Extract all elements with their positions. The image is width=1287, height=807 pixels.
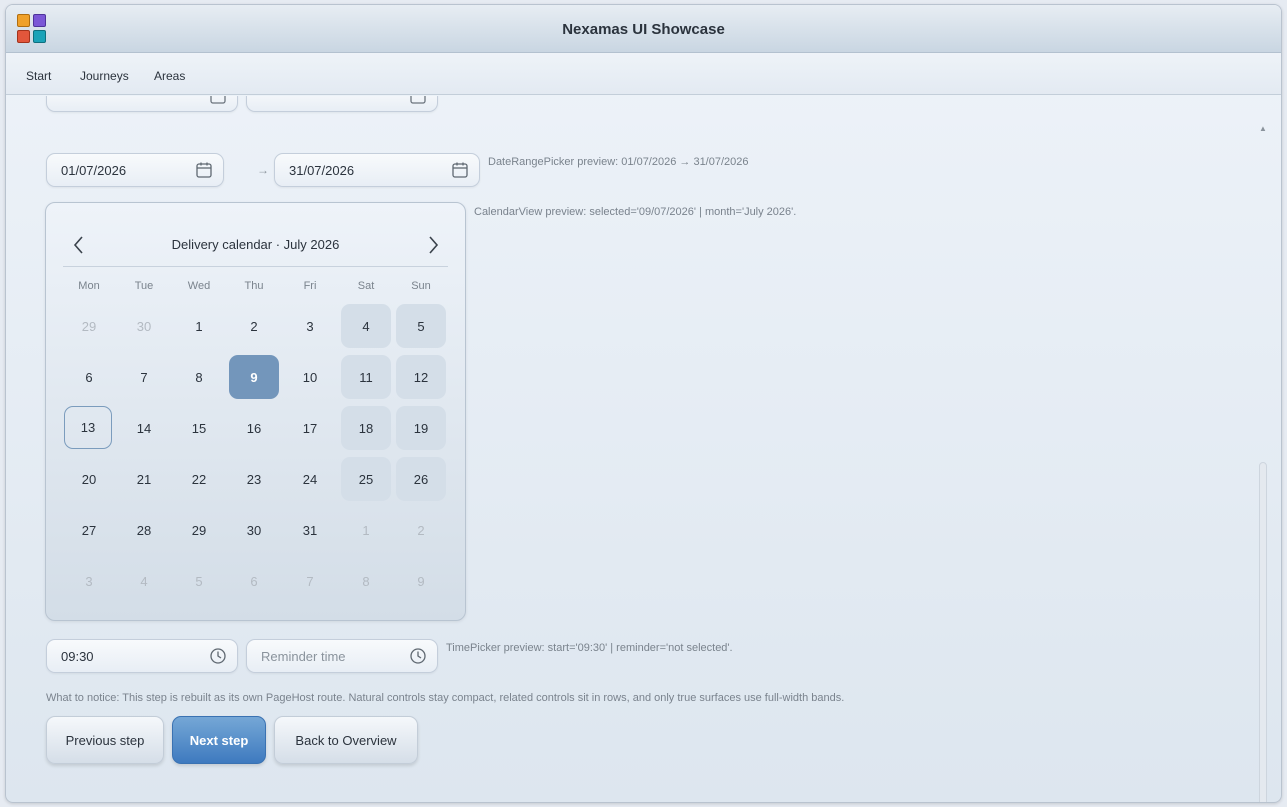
clock-icon[interactable] bbox=[409, 647, 427, 665]
calendar-day-11[interactable]: 11 bbox=[341, 355, 391, 399]
calendar-day-31[interactable]: 31 bbox=[285, 508, 335, 552]
back-to-overview-button[interactable]: Back to Overview bbox=[274, 716, 418, 764]
calendar-day-other-month[interactable]: 4 bbox=[119, 559, 169, 603]
calendar-day-other-month[interactable]: 8 bbox=[341, 559, 391, 603]
calendar-day-22[interactable]: 22 bbox=[174, 457, 224, 501]
calendar-day-other-month[interactable]: 6 bbox=[229, 559, 279, 603]
clock-icon[interactable] bbox=[209, 647, 227, 665]
calendar-day-other-month[interactable]: 29 bbox=[64, 304, 114, 348]
calendar-day-other-month[interactable]: 1 bbox=[341, 508, 391, 552]
calendar-day-10[interactable]: 10 bbox=[285, 355, 335, 399]
start-time-value: 09:30 bbox=[61, 649, 94, 664]
calendar-icon[interactable] bbox=[451, 161, 469, 179]
calendar-day-27[interactable]: 27 bbox=[64, 508, 114, 552]
calendar-day-other-month[interactable]: 5 bbox=[174, 559, 224, 603]
scroll-thumb[interactable] bbox=[1259, 462, 1267, 802]
date-range-end-value: 31/07/2026 bbox=[289, 163, 355, 178]
calendar-icon[interactable] bbox=[195, 161, 213, 179]
window-title: Nexamas UI Showcase bbox=[562, 21, 725, 38]
calendar-day-15[interactable]: 15 bbox=[174, 406, 224, 450]
calendar-day-3[interactable]: 3 bbox=[285, 304, 335, 348]
menu-item-journeys[interactable]: Journeys bbox=[80, 69, 129, 83]
date-range-start-value: 01/07/2026 bbox=[61, 163, 127, 178]
calendar-day-18[interactable]: 18 bbox=[341, 406, 391, 450]
reminder-time-field[interactable]: Reminder time bbox=[246, 639, 438, 673]
calendar-day-24[interactable]: 24 bbox=[285, 457, 335, 501]
next-step-button[interactable]: Next step bbox=[172, 716, 266, 764]
calendar-day-other-month[interactable]: 3 bbox=[64, 559, 114, 603]
menu-bar: Start Journeys Areas bbox=[6, 53, 1281, 95]
calendar-day-7[interactable]: 7 bbox=[119, 355, 169, 399]
calendar-day-19[interactable]: 19 bbox=[396, 406, 446, 450]
app-window: Nexamas UI Showcase Start Journeys Areas… bbox=[5, 4, 1282, 803]
calendar-divider bbox=[63, 266, 448, 267]
calendar-day-13[interactable]: 13 bbox=[64, 406, 112, 449]
weekday-sat: Sat bbox=[357, 280, 375, 292]
title-bar: Nexamas UI Showcase bbox=[6, 5, 1281, 53]
calendar-day-17[interactable]: 17 bbox=[285, 406, 335, 450]
start-time-field[interactable]: 09:30 bbox=[46, 639, 238, 673]
calendar-day-14[interactable]: 14 bbox=[119, 406, 169, 450]
weekday-mon: Mon bbox=[78, 280, 100, 292]
calendar-day-other-month[interactable]: 30 bbox=[119, 304, 169, 348]
calendar-preview: CalendarView preview: selected='09/07/20… bbox=[474, 206, 797, 218]
calendar-day-21[interactable]: 21 bbox=[119, 457, 169, 501]
calendar-day-26[interactable]: 26 bbox=[396, 457, 446, 501]
calendar-day-other-month[interactable]: 9 bbox=[396, 559, 446, 603]
chevron-right-icon[interactable] bbox=[422, 233, 444, 257]
calendar-title: Delivery calendar · July 2026 bbox=[171, 237, 340, 252]
calendar-day-28[interactable]: 28 bbox=[119, 508, 169, 552]
date-field-cut-2[interactable] bbox=[246, 96, 438, 112]
calendar-day-20[interactable]: 20 bbox=[64, 457, 114, 501]
calendar-day-29[interactable]: 29 bbox=[174, 508, 224, 552]
calendar-day-1[interactable]: 1 bbox=[174, 304, 224, 348]
menu-item-start[interactable]: Start bbox=[26, 69, 51, 83]
calendar-day-30[interactable]: 30 bbox=[229, 508, 279, 552]
date-range-arrow: → bbox=[257, 163, 269, 177]
vertical-scrollbar[interactable]: ▲ ▼ bbox=[1257, 124, 1269, 802]
calendar-icon bbox=[410, 96, 426, 104]
calendar-day-23[interactable]: 23 bbox=[229, 457, 279, 501]
date-field-cut[interactable] bbox=[46, 96, 238, 112]
calendar-header: Delivery calendar · July 2026 bbox=[46, 233, 465, 257]
calendar-day-6[interactable]: 6 bbox=[64, 355, 114, 399]
page-content: 01/07/2026 → 31/07/2026 DateRangePicker … bbox=[6, 96, 1281, 802]
weekday-wed: Wed bbox=[187, 280, 211, 292]
calendar-day-4[interactable]: 4 bbox=[341, 304, 391, 348]
weekday-sun: Sun bbox=[411, 280, 431, 292]
previous-step-button[interactable]: Previous step bbox=[46, 716, 164, 764]
scroll-up-icon[interactable]: ▲ bbox=[1257, 124, 1269, 134]
calendar-day-25[interactable]: 25 bbox=[341, 457, 391, 501]
date-range-end-field[interactable]: 31/07/2026 bbox=[274, 153, 480, 187]
calendar-day-9[interactable]: 9 bbox=[229, 355, 279, 399]
weekday-tue: Tue bbox=[134, 280, 154, 292]
weekday-fri: Fri bbox=[303, 280, 317, 292]
calendar-day-other-month[interactable]: 2 bbox=[396, 508, 446, 552]
calendar-icon bbox=[210, 96, 226, 104]
calendar-view: Delivery calendar · July 2026 Mon Tue Wed T… bbox=[45, 202, 466, 621]
menu-item-areas[interactable]: Areas bbox=[154, 69, 185, 83]
calendar-day-other-month[interactable]: 7 bbox=[285, 559, 335, 603]
calendar-day-2[interactable]: 2 bbox=[229, 304, 279, 348]
weekday-thu: Thu bbox=[244, 280, 264, 292]
date-range-preview: DateRangePicker preview: 01/07/2026 → 31… bbox=[488, 156, 749, 168]
calendar-day-16[interactable]: 16 bbox=[229, 406, 279, 450]
notice-text: What to notice: This step is rebuilt as … bbox=[46, 692, 845, 704]
calendar-day-5[interactable]: 5 bbox=[396, 304, 446, 348]
time-preview: TimePicker preview: start='09:30' | remi… bbox=[446, 642, 733, 654]
calendar-day-8[interactable]: 8 bbox=[174, 355, 224, 399]
date-range-start-field[interactable]: 01/07/2026 bbox=[46, 153, 224, 187]
calendar-day-12[interactable]: 12 bbox=[396, 355, 446, 399]
reminder-time-placeholder: Reminder time bbox=[261, 649, 346, 664]
